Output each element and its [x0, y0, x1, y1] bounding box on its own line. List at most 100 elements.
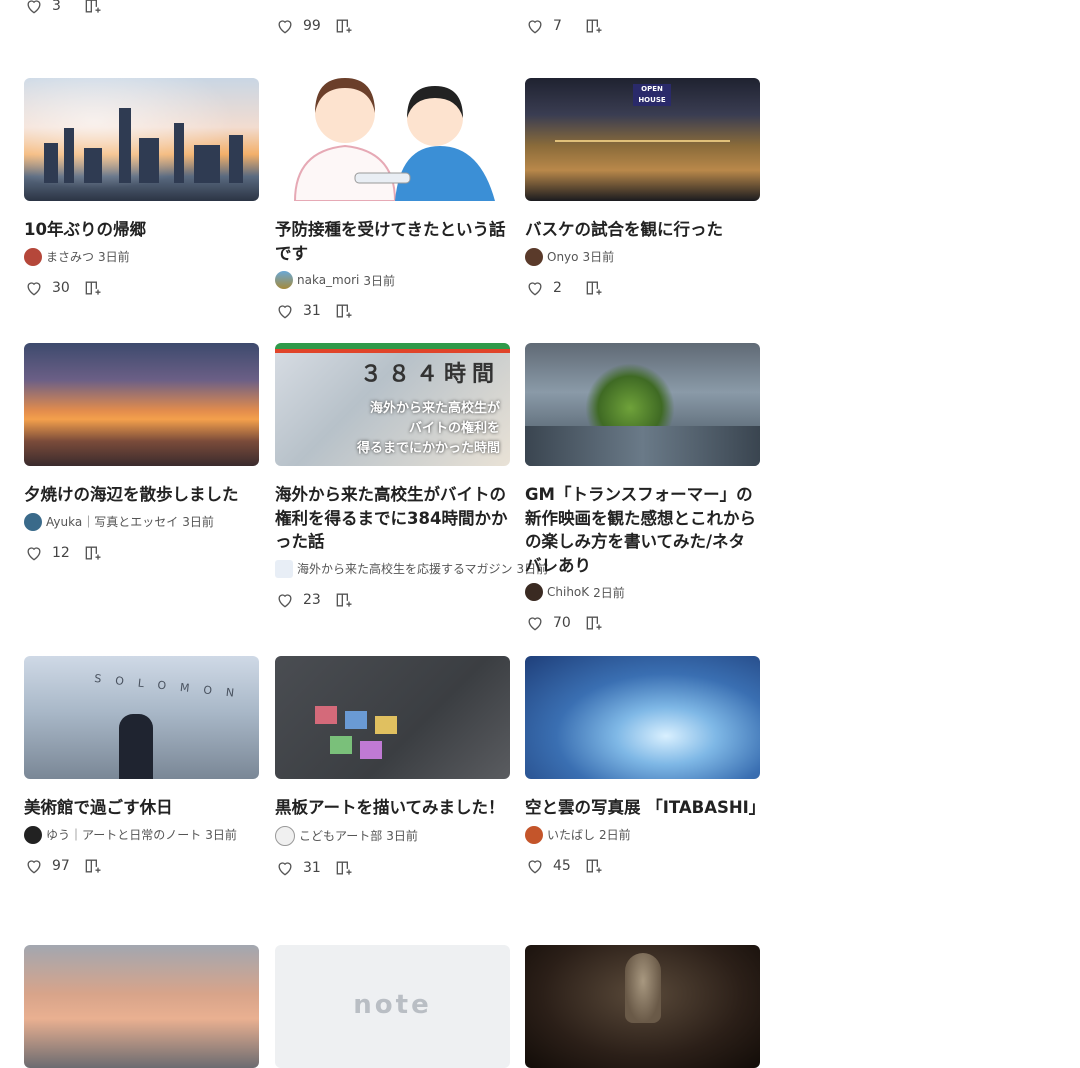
article-author[interactable]: Onyo 3日前	[525, 247, 760, 266]
article-author[interactable]: Ayuka｜写真とエッセイ 3日前	[24, 512, 259, 531]
article-card[interactable]	[525, 945, 760, 1068]
add-to-magazine-button[interactable]	[82, 855, 104, 877]
article-author[interactable]: ChihoK 2日前	[525, 583, 760, 601]
like-count: 12	[52, 544, 70, 561]
card-partial-1[interactable]: 3	[24, 0, 259, 18]
article-author[interactable]: いたばし 2日前	[525, 825, 760, 844]
avatar	[275, 271, 293, 289]
add-to-magazine-button[interactable]	[583, 277, 605, 299]
magazine-add-icon	[336, 593, 352, 607]
article-card[interactable]: 黒板アートを描いてみました！ こどもアート部 3日前 31	[275, 656, 510, 880]
article-card[interactable]: GM「トランスフォーマー」の新作映画を観た感想とこれからの楽しみ方を書いてみた/…	[525, 343, 760, 635]
article-title[interactable]: 10年ぶりの帰郷	[24, 218, 259, 242]
card-partial-3[interactable]: 7	[525, 14, 760, 38]
author-name: こどもアート部	[299, 829, 383, 843]
add-to-magazine-button[interactable]	[583, 855, 605, 877]
author-name: Onyo	[547, 249, 579, 264]
overlay-line: 海外から来た高校生が	[369, 401, 500, 416]
article-card[interactable]	[24, 945, 259, 1068]
like-button[interactable]: 99	[275, 16, 325, 36]
like-count: 2	[553, 279, 562, 296]
like-button[interactable]: 31	[275, 858, 325, 878]
article-title[interactable]: 予防接種を受けてきたという話です	[275, 218, 510, 265]
magazine-add-icon	[586, 19, 602, 33]
article-card[interactable]: 10年ぶりの帰郷 まさみつ 3日前 30	[24, 78, 259, 300]
like-button[interactable]: 2	[525, 278, 575, 298]
overlay-line: バイトの権利を	[408, 421, 500, 436]
like-button[interactable]: 97	[24, 856, 74, 876]
article-thumbnail[interactable]	[24, 78, 259, 201]
heart-icon	[278, 20, 292, 34]
magazine-add-icon	[85, 859, 101, 873]
like-count: 70	[553, 615, 571, 631]
article-author[interactable]: こどもアート部 3日前	[275, 825, 510, 846]
like-button[interactable]: 23	[275, 590, 325, 610]
card-partial-2[interactable]: 99	[275, 14, 510, 38]
article-thumbnail[interactable]: note	[275, 945, 510, 1068]
add-to-magazine-button[interactable]	[583, 612, 605, 634]
article-card[interactable]: OPEN HOUSE バスケの試合を観に行った Onyo 3日前 2	[525, 78, 760, 300]
like-button[interactable]: 12	[24, 543, 74, 563]
like-count: 30	[52, 279, 70, 296]
museum-sign: SOLOMON	[93, 671, 249, 702]
heart-icon	[27, 0, 41, 14]
article-card[interactable]: 空と雲の写真展 「ITABASHI」 いたばし 2日前 45	[525, 656, 765, 878]
add-to-magazine-button[interactable]	[333, 15, 355, 37]
article-title[interactable]: 夕焼けの海辺を散歩しました	[24, 483, 259, 507]
avatar	[525, 583, 543, 601]
like-button[interactable]: 31	[275, 301, 325, 321]
article-title[interactable]: バスケの試合を観に行った	[525, 218, 760, 242]
author-name: Ayuka｜写真とエッセイ	[46, 515, 179, 529]
author-name: ゆう｜アートと日常のノート	[46, 828, 202, 842]
article-card[interactable]: 予防接種を受けてきたという話です naka_mori 3日前 31	[275, 78, 510, 323]
posted-ago: 3日前	[205, 828, 237, 842]
article-title[interactable]: 空と雲の写真展 「ITABASHI」	[525, 796, 765, 820]
article-thumbnail[interactable]	[525, 945, 760, 1068]
article-author[interactable]: ゆう｜アートと日常のノート 3日前	[24, 825, 259, 844]
article-author[interactable]: naka_mori 3日前	[275, 271, 510, 289]
article-thumbnail[interactable]: OPEN HOUSE	[525, 78, 760, 201]
article-title[interactable]: 海外から来た高校生がバイトの権利を得るまでに384時間かかった話	[275, 483, 510, 554]
heart-icon	[528, 281, 542, 295]
article-thumbnail[interactable]	[24, 343, 259, 466]
like-button[interactable]: 30	[24, 278, 74, 298]
like-button[interactable]: 70	[525, 613, 575, 633]
add-to-magazine-button[interactable]	[333, 589, 355, 611]
overlay-line: 得るまでにかかった時間	[356, 441, 500, 456]
add-to-magazine-button[interactable]	[333, 300, 355, 322]
article-title[interactable]: 黒板アートを描いてみました！	[275, 796, 510, 820]
like-count: 3	[52, 0, 61, 14]
add-to-magazine-button[interactable]	[583, 15, 605, 37]
add-to-magazine-button[interactable]	[82, 542, 104, 564]
add-to-magazine-button[interactable]	[333, 857, 355, 879]
article-card[interactable]: SOLOMON 美術館で過ごす休日 ゆう｜アートと日常のノート 3日前 97	[24, 656, 259, 878]
posted-ago: 3日前	[582, 250, 615, 264]
article-title[interactable]: GM「トランスフォーマー」の新作映画を観た感想とこれからの楽しみ方を書いてみた/…	[525, 483, 760, 577]
article-thumbnail[interactable]	[275, 656, 510, 779]
article-card[interactable]: 夕焼けの海辺を散歩しました Ayuka｜写真とエッセイ 3日前 12	[24, 343, 259, 565]
article-thumbnail[interactable]	[24, 945, 259, 1068]
article-thumbnail[interactable]: ３８４時間 海外から来た高校生が バイトの権利を 得るまでにかかった時間	[275, 343, 510, 466]
article-thumbnail[interactable]	[525, 656, 760, 779]
article-thumbnail[interactable]	[525, 343, 760, 466]
like-button[interactable]: 7	[525, 16, 575, 36]
article-card[interactable]: note	[275, 945, 510, 1068]
card-actions: 3	[24, 0, 259, 18]
magazine-add-icon	[85, 0, 101, 13]
article-title[interactable]: 美術館で過ごす休日	[24, 796, 259, 820]
posted-ago: 3日前	[386, 829, 418, 843]
article-card[interactable]: ３８４時間 海外から来た高校生が バイトの権利を 得るまでにかかった時間 海外か…	[275, 343, 548, 612]
like-button[interactable]: 3	[24, 0, 74, 16]
article-thumbnail[interactable]	[275, 78, 510, 201]
like-button[interactable]: 45	[525, 856, 575, 876]
avatar	[525, 825, 543, 844]
avatar	[275, 825, 295, 846]
card-actions: 12	[24, 541, 259, 565]
add-to-magazine-button[interactable]	[82, 277, 104, 299]
add-to-magazine-button[interactable]	[82, 0, 104, 17]
card-actions: 7	[525, 14, 760, 38]
like-count: 23	[303, 591, 321, 608]
article-thumbnail[interactable]: SOLOMON	[24, 656, 259, 779]
article-author[interactable]: まさみつ 3日前	[24, 247, 259, 266]
article-author[interactable]: 海外から来た高校生を応援するマガジン 3日前	[275, 559, 548, 578]
